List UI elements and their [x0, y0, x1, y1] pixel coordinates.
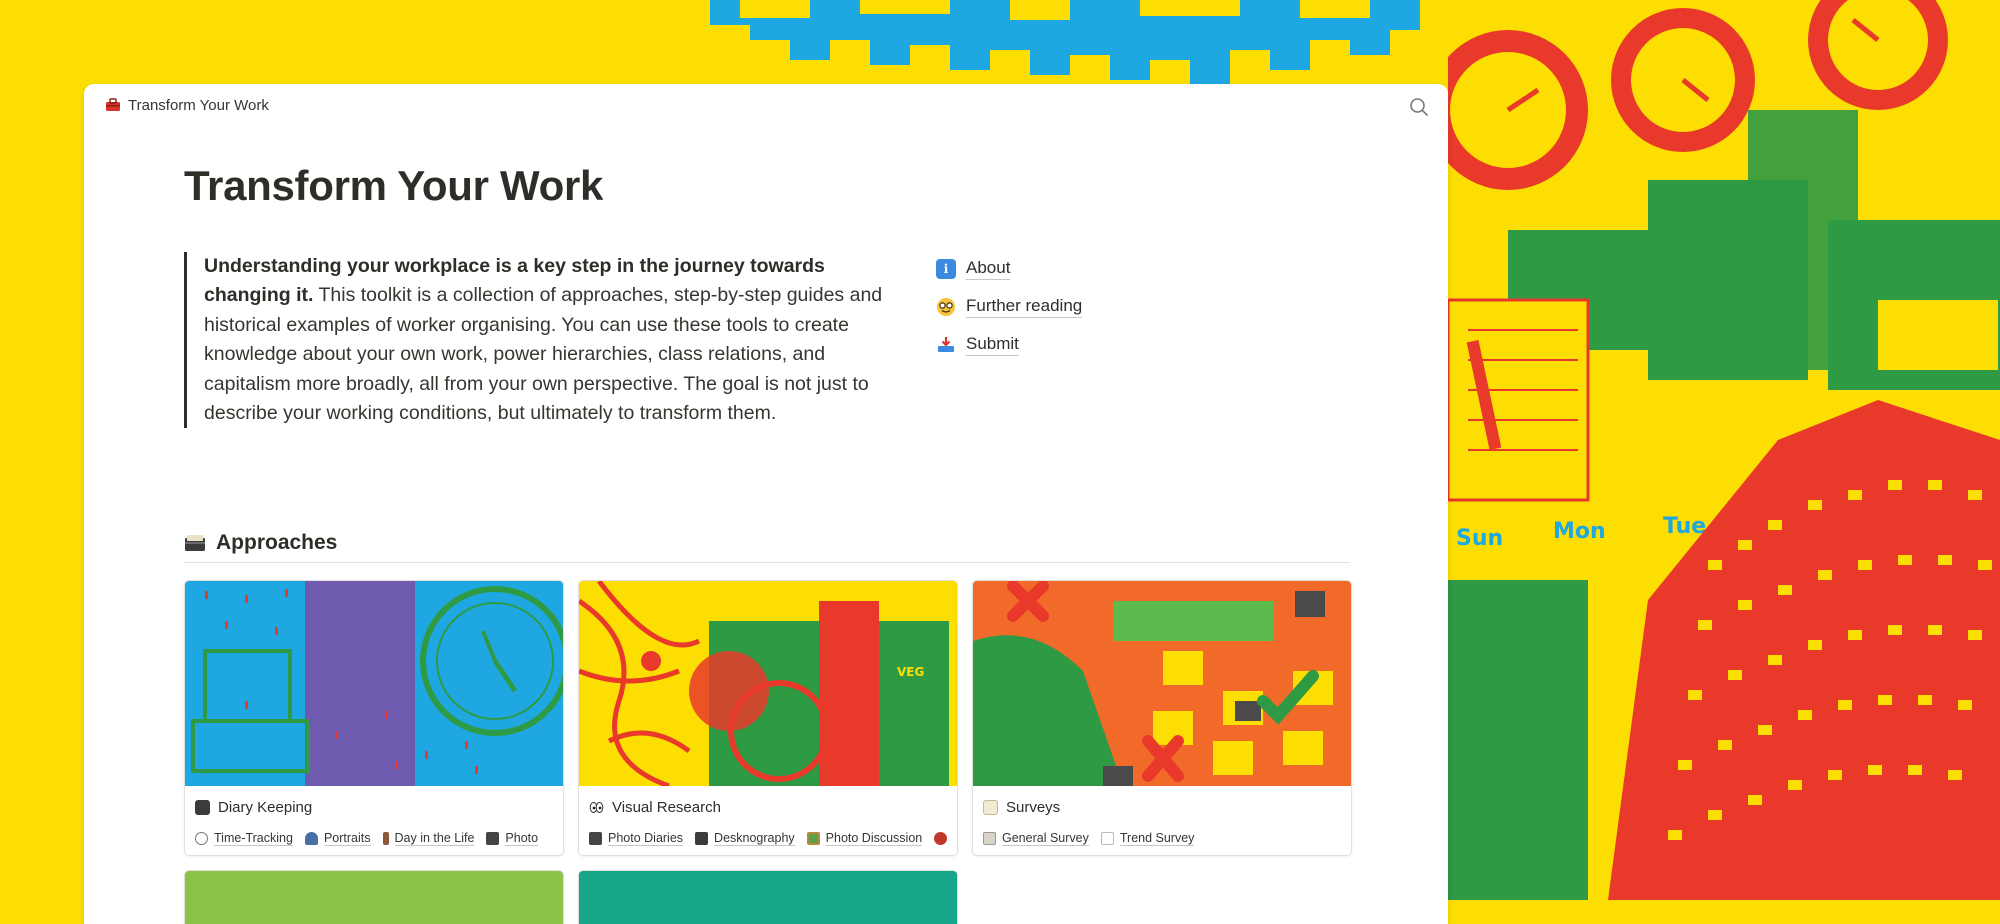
link-about-label: About [966, 258, 1011, 280]
background-artwork-right: Sun Mon Tue [1448, 0, 2000, 900]
framed-picture-icon [806, 832, 820, 845]
page-title: Transform Your Work [184, 162, 604, 209]
card-title: Diary Keeping [195, 799, 312, 816]
inbox-tray-icon [936, 335, 956, 355]
walking-person-icon [382, 832, 389, 845]
tag-label: Trend Survey [1119, 831, 1195, 846]
top-bar: Transform Your Work [84, 84, 1448, 128]
card-title-label: Visual Research [612, 799, 721, 816]
bust-icon [304, 832, 318, 845]
link-submit-label: Submit [966, 334, 1019, 356]
info-icon: i [936, 259, 956, 279]
tag-label: Photo [505, 831, 539, 846]
card-tags: General Survey Trend Survey [983, 831, 1351, 846]
approaches-heading: Approaches [184, 524, 1350, 563]
link-about[interactable]: i About [936, 250, 1082, 288]
nerd-face-icon [936, 297, 956, 317]
card-cover-image [185, 871, 563, 924]
link-further-reading[interactable]: Further reading [936, 288, 1083, 326]
svg-text:Sun: Sun [1456, 526, 1503, 551]
clipboard-icon [983, 832, 996, 845]
background-artwork-top [710, 0, 1420, 84]
card-title: Visual Research [589, 799, 721, 816]
link-submit[interactable]: Submit [936, 326, 1082, 364]
camera-icon [486, 832, 500, 845]
tag-label: General Survey [1002, 831, 1089, 846]
svg-text:Tue: Tue [1663, 514, 1706, 539]
toolbox-icon [104, 96, 122, 114]
card-title-label: Surveys [1006, 799, 1061, 816]
tag-item[interactable]: Trend Survey [1100, 831, 1195, 846]
card-tags: Time-Tracking Portraits Day in the Life … [195, 831, 563, 846]
tag-label: Photo Discussion [825, 831, 923, 846]
tag-item[interactable]: Deskn​ography [695, 831, 795, 846]
tag-item[interactable]: Photo [486, 831, 539, 846]
tag-label: Day in the Life [394, 831, 475, 846]
tag-label: Photo Diaries [608, 831, 684, 846]
search-button[interactable] [1408, 96, 1430, 118]
intro-quote: Understanding your workplace is a key st… [184, 252, 884, 429]
eyes-icon [589, 800, 604, 815]
tag-label: Portraits [323, 831, 371, 846]
tag-label: Time-Tracking [214, 831, 293, 846]
card-cover-image [579, 871, 957, 924]
card-file-box-icon [184, 534, 206, 552]
card-partial-2[interactable] [578, 870, 958, 924]
clock-icon [195, 832, 208, 845]
card-visual-research[interactable]: VEG Visual Research Photo Diaries Deskn​… [578, 580, 958, 856]
tag-item[interactable]: Time-Tracking [195, 831, 293, 846]
card-file-box-icon [695, 832, 709, 845]
approaches-heading-label: Approaches [216, 531, 338, 554]
notebook-icon [195, 800, 210, 815]
card-cover-image: VEG [579, 581, 957, 789]
camera-icon [589, 832, 602, 845]
svg-text:VEG: VEG [897, 665, 924, 679]
tag-item[interactable]: Photo Diaries [589, 831, 684, 846]
card-surveys[interactable]: Surveys General Survey Trend Survey [972, 580, 1352, 856]
side-links: i About Further reading Submit [936, 250, 1083, 364]
page-window: Transform Your Work Transform Your Work … [84, 84, 1448, 924]
card-cover-image [185, 581, 563, 786]
svg-text:Mon: Mon [1553, 519, 1606, 544]
memo-icon [983, 800, 998, 815]
card-title: Surveys [983, 799, 1060, 816]
tag-item[interactable]: General Survey [983, 831, 1089, 846]
speech-icon [934, 832, 948, 845]
tag-label: Deskn​ography [714, 831, 795, 846]
tag-item[interactable]: Portraits [304, 831, 371, 846]
breadcrumb[interactable]: Transform Your Work [104, 96, 269, 114]
link-further-reading-label: Further reading [966, 296, 1083, 318]
card-diary-keeping[interactable]: Diary Keeping Time-Tracking Portraits Da… [184, 580, 564, 856]
search-icon [1410, 98, 1428, 116]
tag-item[interactable]: Day in the Life [382, 831, 475, 846]
chart-up-icon [1100, 832, 1114, 845]
card-cover-image [973, 581, 1351, 786]
card-tags: Photo Diaries Deskn​ography Photo Discus… [589, 831, 957, 846]
tag-item[interactable]: Photo Discussion [806, 831, 923, 846]
breadcrumb-label: Transform Your Work [128, 96, 269, 114]
tag-item[interactable] [934, 832, 948, 845]
card-partial-1[interactable] [184, 870, 564, 924]
card-title-label: Diary Keeping [218, 799, 313, 816]
